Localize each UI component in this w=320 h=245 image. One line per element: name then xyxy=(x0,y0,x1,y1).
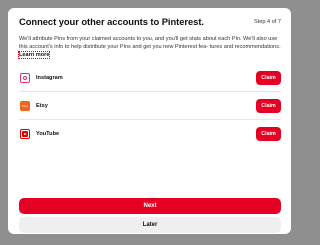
divider xyxy=(19,119,281,120)
learn-more-link[interactable]: Learn more xyxy=(17,50,51,60)
account-name: Etsy xyxy=(36,103,48,109)
etsy-icon: Etsy xyxy=(20,101,30,111)
account-name: Instagram xyxy=(36,75,63,81)
account-row-instagram: Instagram Claim xyxy=(19,71,281,87)
connect-accounts-modal: Connect your other accounts to Pinterest… xyxy=(8,8,291,234)
claim-youtube-button[interactable]: Claim xyxy=(256,127,281,141)
next-button[interactable]: Next xyxy=(19,198,281,214)
claim-etsy-button[interactable]: Claim xyxy=(256,99,281,113)
later-button[interactable]: Later xyxy=(19,217,281,233)
instagram-icon xyxy=(20,73,30,83)
account-name: YouTube xyxy=(36,131,60,137)
modal-description: We'll attribute Pins from your claimed a… xyxy=(17,35,282,60)
account-row-etsy: Etsy Etsy Claim xyxy=(19,99,281,115)
account-row-youtube: YouTube Claim xyxy=(19,127,281,143)
modal-title: Connect your other accounts to Pinterest… xyxy=(19,16,204,27)
step-indicator: Step 4 of 7 xyxy=(253,19,281,25)
description-text: We'll attribute Pins from your claimed a… xyxy=(19,36,281,50)
divider xyxy=(19,91,281,92)
youtube-icon xyxy=(20,129,30,139)
claim-instagram-button[interactable]: Claim xyxy=(256,71,281,85)
